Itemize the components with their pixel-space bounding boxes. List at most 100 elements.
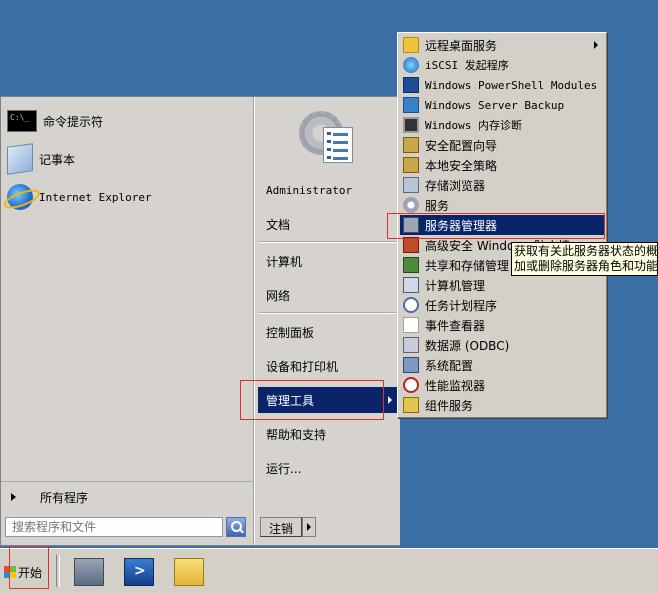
server-manager-icon bbox=[403, 217, 419, 233]
devices-printers-item[interactable]: 设备和打印机 bbox=[255, 353, 400, 379]
submenu-item-label: Windows PowerShell Modules bbox=[425, 78, 598, 92]
powershell-taskbar-icon[interactable] bbox=[124, 558, 154, 586]
submenu-item-label: 任务计划程序 bbox=[425, 298, 498, 313]
admin-tools-item[interactable]: 管理工具 bbox=[258, 387, 398, 413]
submenu-item-label: 本地安全策略 bbox=[425, 158, 498, 173]
pinned-notepad[interactable]: 记事本 bbox=[7, 143, 247, 175]
submenu-item-task-scheduler[interactable]: 任务计划程序 bbox=[400, 295, 604, 315]
submenu-item-component-services[interactable]: 组件服务 bbox=[400, 395, 604, 415]
pinned-item-label: Internet Explorer bbox=[39, 190, 152, 204]
search-icon[interactable] bbox=[226, 517, 246, 537]
command-prompt-icon: C:\_ bbox=[7, 110, 37, 132]
submenu-item-services[interactable]: 服务 bbox=[400, 195, 604, 215]
help-support-label: 帮助和支持 bbox=[266, 427, 327, 442]
computer-item[interactable]: 计算机 bbox=[255, 248, 400, 274]
chevron-right-icon bbox=[11, 493, 16, 501]
submenu-item-system-config[interactable]: 系统配置 bbox=[400, 355, 604, 375]
submenu-item-powershell-modules[interactable]: Windows PowerShell Modules bbox=[400, 75, 604, 95]
submenu-item-computer-management[interactable]: 计算机管理 bbox=[400, 275, 604, 295]
search-input[interactable] bbox=[5, 517, 223, 537]
network-label: 网络 bbox=[266, 288, 291, 303]
submenu-item-label: 远程桌面服务 bbox=[425, 38, 498, 53]
submenu-item-memory-diagnostic[interactable]: Windows 内存诊断 bbox=[400, 115, 604, 135]
submenu-item-odbc[interactable]: 数据源 (ODBC) bbox=[400, 335, 604, 355]
submenu-item-local-security-policy[interactable]: 本地安全策略 bbox=[400, 155, 604, 175]
submenu-item-remote-desktop[interactable]: 远程桌面服务 bbox=[400, 35, 604, 55]
submenu-item-label: 服务 bbox=[425, 198, 450, 213]
tooltip-line: 获取有关此服务器状态的概 bbox=[514, 244, 658, 258]
backup-icon bbox=[403, 97, 419, 113]
user-picture[interactable] bbox=[297, 103, 361, 165]
submenu-item-event-viewer[interactable]: 事件查看器 bbox=[400, 315, 604, 335]
submenu-item-label: 共享和存储管理 bbox=[425, 258, 510, 273]
submenu-item-label: 安全配置向导 bbox=[425, 138, 498, 153]
start-button[interactable]: 开始 bbox=[4, 555, 48, 589]
submenu-item-label: iSCSI 发起程序 bbox=[425, 59, 509, 72]
server-manager-taskbar-icon[interactable] bbox=[74, 558, 104, 586]
help-support-item[interactable]: 帮助和支持 bbox=[255, 421, 400, 447]
folder-icon bbox=[403, 37, 419, 53]
submenu-item-storage-explorer[interactable]: 存储浏览器 bbox=[400, 175, 604, 195]
submenu-item-server-manager[interactable]: 服务器管理器 bbox=[400, 215, 604, 235]
share-storage-icon bbox=[403, 257, 419, 273]
shutdown-options-button[interactable] bbox=[302, 517, 317, 537]
powershell-icon bbox=[403, 77, 419, 93]
start-menu-right-pane: Administrator 文档 计算机 网络 控制面板 设备和打印机 管理工具… bbox=[253, 97, 400, 545]
network-item[interactable]: 网络 bbox=[255, 282, 400, 308]
submenu-item-label: 系统配置 bbox=[425, 358, 474, 373]
task-scheduler-icon bbox=[403, 297, 419, 313]
submenu-item-iscsi[interactable]: iSCSI 发起程序 bbox=[400, 55, 604, 75]
storage-explorer-icon bbox=[403, 177, 419, 193]
control-panel-label: 控制面板 bbox=[266, 325, 315, 340]
divider bbox=[259, 312, 397, 314]
start-label: 开始 bbox=[18, 565, 43, 580]
computer-label: 计算机 bbox=[266, 254, 303, 269]
documents-label: 文档 bbox=[266, 217, 291, 232]
submenu-item-security-wizard[interactable]: 安全配置向导 bbox=[400, 135, 604, 155]
run-label: 运行... bbox=[266, 461, 302, 476]
logoff-button[interactable]: 注销 bbox=[260, 517, 303, 537]
firewall-icon bbox=[403, 237, 419, 253]
performance-monitor-icon bbox=[403, 377, 419, 393]
submenu-item-performance-monitor[interactable]: 性能监视器 bbox=[400, 375, 604, 395]
explorer-taskbar-icon[interactable] bbox=[174, 558, 204, 586]
pinned-item-label: 命令提示符 bbox=[43, 114, 104, 129]
security-wizard-icon bbox=[403, 137, 419, 153]
system-config-icon bbox=[403, 357, 419, 373]
local-policy-icon bbox=[403, 157, 419, 173]
internet-explorer-icon bbox=[7, 184, 33, 210]
chevron-right-icon bbox=[594, 41, 598, 49]
submenu-item-label: 计算机管理 bbox=[425, 278, 486, 293]
submenu-item-server-backup[interactable]: Windows Server Backup bbox=[400, 95, 604, 115]
taskbar: 开始 bbox=[0, 548, 658, 593]
control-panel-item[interactable]: 控制面板 bbox=[255, 319, 400, 345]
pinned-item-label: 记事本 bbox=[39, 152, 76, 167]
all-programs[interactable]: 所有程序 bbox=[1, 481, 253, 512]
devices-printers-label: 设备和打印机 bbox=[266, 359, 339, 374]
submenu-item-label: Windows Server Backup bbox=[425, 98, 565, 112]
submenu-item-label: 数据源 (ODBC) bbox=[425, 338, 510, 353]
checklist-icon bbox=[323, 127, 353, 163]
submenu-item-label: 性能监视器 bbox=[425, 378, 486, 393]
search-row bbox=[5, 517, 251, 539]
user-name: Administrator bbox=[266, 183, 353, 197]
submenu-item-label: 存储浏览器 bbox=[425, 178, 486, 193]
run-item[interactable]: 运行... bbox=[255, 455, 400, 481]
submenu-item-label: 服务器管理器 bbox=[425, 218, 498, 233]
memory-diagnostic-icon bbox=[403, 117, 419, 133]
submenu-item-label: 事件查看器 bbox=[425, 318, 486, 333]
documents-item[interactable]: 文档 bbox=[255, 211, 400, 237]
event-viewer-icon bbox=[403, 317, 419, 333]
start-menu-left-pane: C:\_ 命令提示符 记事本 Internet Explorer 所有程序 bbox=[1, 97, 253, 545]
windows-logo-icon bbox=[4, 566, 16, 578]
server-manager-tooltip: 获取有关此服务器状态的概 加或删除服务器角色和功能 bbox=[511, 242, 658, 276]
admin-tools-label: 管理工具 bbox=[266, 393, 315, 408]
notepad-icon bbox=[7, 143, 33, 175]
pinned-command-prompt[interactable]: C:\_ 命令提示符 bbox=[7, 105, 247, 137]
taskbar-divider bbox=[56, 555, 60, 587]
shutdown-row: 注销 bbox=[260, 517, 317, 537]
pinned-internet-explorer[interactable]: Internet Explorer bbox=[7, 181, 247, 213]
globe-icon bbox=[403, 57, 419, 73]
user-name-item[interactable]: Administrator bbox=[255, 177, 400, 203]
odbc-icon bbox=[403, 337, 419, 353]
